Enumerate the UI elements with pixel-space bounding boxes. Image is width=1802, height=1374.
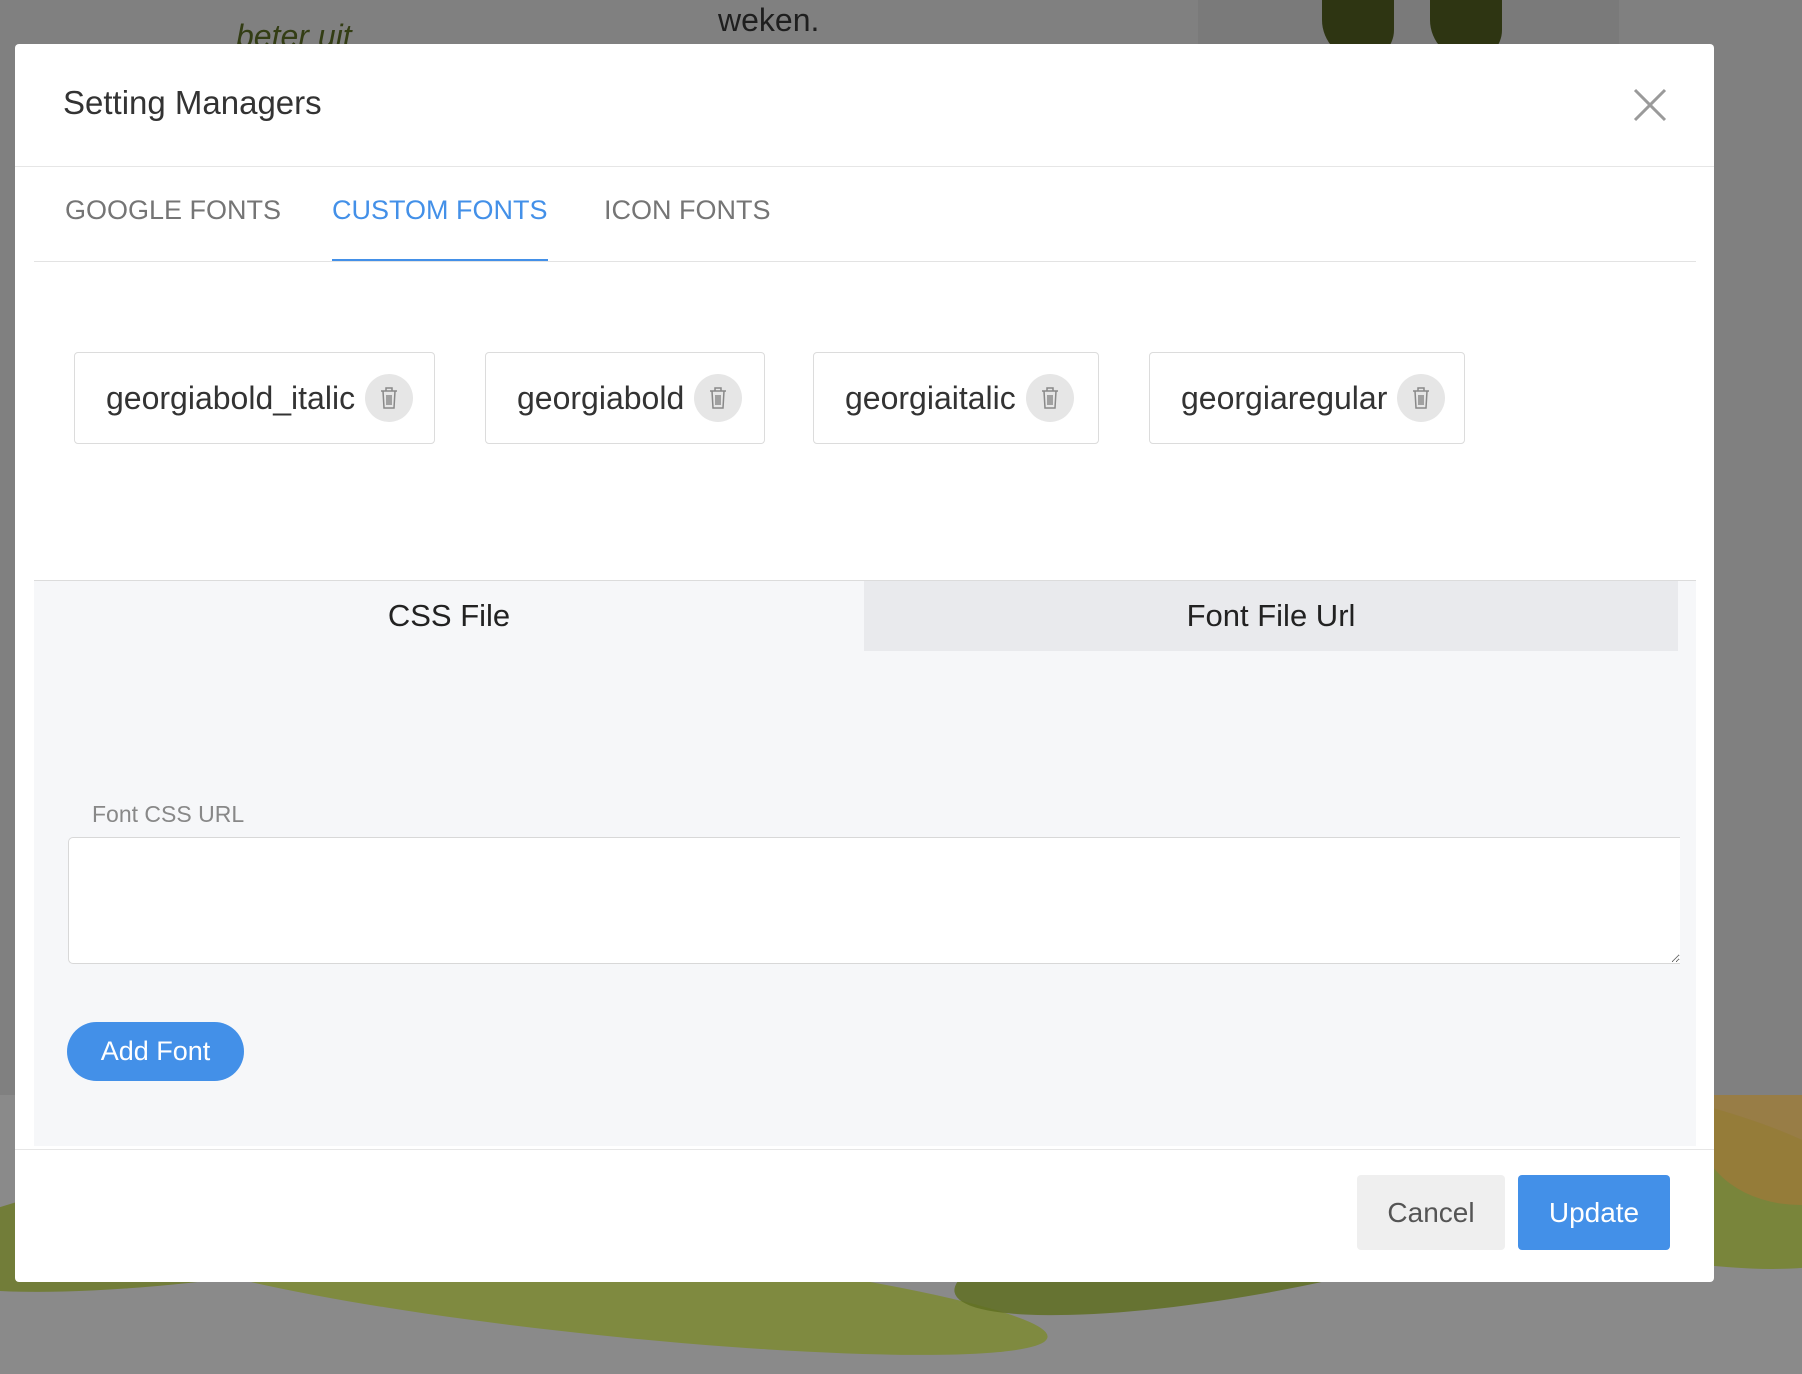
subtab-css-file[interactable]: CSS File [34, 581, 864, 651]
trash-icon[interactable] [1397, 374, 1446, 422]
tab-icon-fonts[interactable]: ICON FONTS [604, 192, 771, 262]
subtab-font-file-url[interactable]: Font File Url [864, 581, 1678, 651]
divider [34, 261, 1696, 262]
font-css-url-input[interactable] [68, 837, 1680, 964]
font-chip: georgiaitalic [813, 352, 1099, 444]
font-name: georgiaitalic [845, 379, 1016, 416]
font-css-url-label: Font CSS URL [92, 801, 245, 827]
font-chip: georgiaregular [1149, 352, 1465, 444]
trash-icon[interactable] [365, 374, 414, 422]
font-name: georgiabold_italic [106, 379, 356, 416]
trash-icon[interactable] [1025, 374, 1074, 422]
trash-icon[interactable] [694, 374, 743, 422]
font-chip: georgiabold [485, 352, 765, 444]
font-name: georgiabold [517, 379, 685, 416]
add-font-button[interactable]: Add Font [67, 1022, 244, 1081]
update-button[interactable]: Update [1518, 1175, 1670, 1250]
cancel-button[interactable]: Cancel [1357, 1175, 1505, 1250]
background-text: weken. [718, 2, 820, 38]
font-chip: georgiabold_italic [74, 352, 435, 444]
dialog-title: Setting Managers [63, 84, 322, 121]
tab-google-fonts[interactable]: GOOGLE FONTS [65, 192, 281, 262]
divider [15, 166, 1714, 167]
divider [15, 1149, 1714, 1150]
tab-custom-fonts[interactable]: CUSTOM FONTS [332, 192, 548, 262]
close-icon[interactable] [1631, 86, 1669, 124]
setting-managers-dialog: Setting Managers GOOGLE FONTS CUSTOM FON… [15, 44, 1714, 1282]
font-name: georgiaregular [1181, 379, 1388, 416]
custom-font-panel: CSS File Font File Url Font CSS URL Add … [34, 580, 1696, 1146]
